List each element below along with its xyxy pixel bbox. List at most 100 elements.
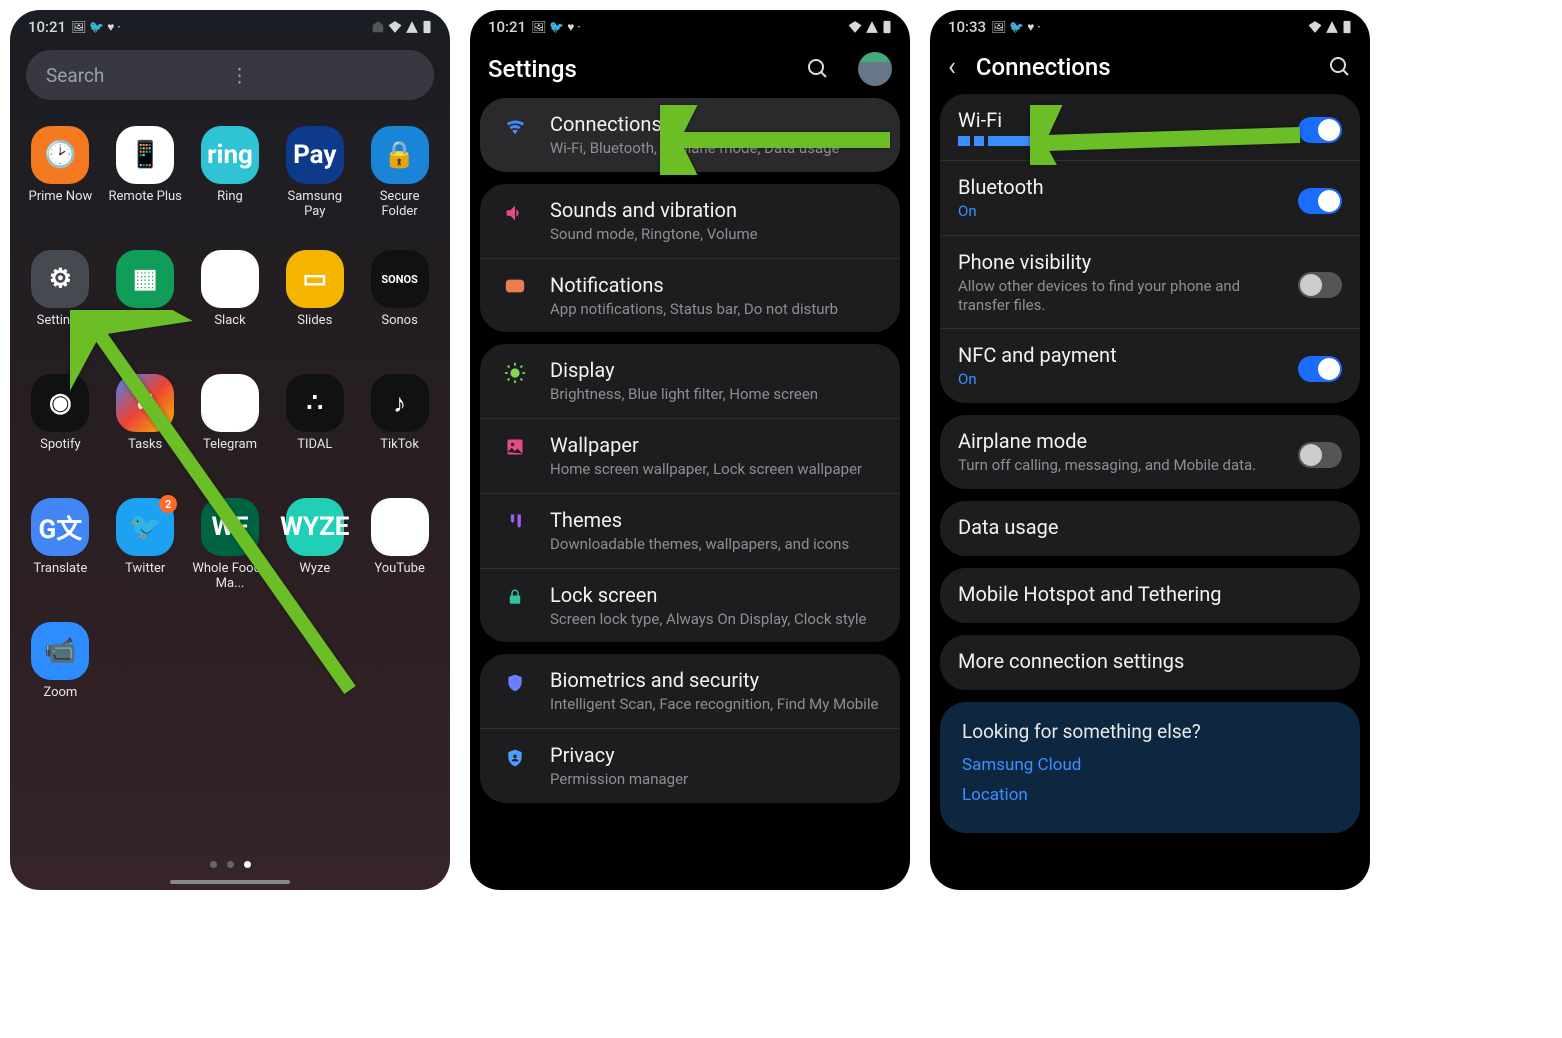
- app-spotify[interactable]: ◉Spotify: [18, 374, 103, 494]
- app-secure-folder[interactable]: 🔒Secure Folder: [357, 126, 442, 246]
- app-label: Zoom: [43, 686, 77, 701]
- toggle-switch[interactable]: [1298, 442, 1342, 468]
- status-icons-right: [1308, 20, 1352, 34]
- footer-link-location[interactable]: Location: [962, 785, 1338, 805]
- app-label: Secure Folder: [361, 190, 439, 220]
- page-title: Connections: [976, 53, 1312, 81]
- connections-row-data-usage[interactable]: Data usage: [940, 501, 1360, 556]
- app-youtube[interactable]: ▶YouTube: [357, 498, 442, 618]
- app-slides[interactable]: ▭Slides: [272, 250, 357, 370]
- toggle-switch[interactable]: [1298, 188, 1342, 214]
- page-indicator: [10, 861, 450, 868]
- toggle-switch[interactable]: [1298, 356, 1342, 382]
- lock-icon: [498, 587, 532, 607]
- app-icon: ▦: [116, 250, 174, 308]
- row-subtitle: Home screen wallpaper, Lock screen wallp…: [550, 460, 882, 479]
- row-subtitle: Wi-Fi, Bluetooth, Airplane mode, Data us…: [550, 139, 882, 158]
- nav-bar-handle[interactable]: [170, 880, 290, 884]
- row-title: Privacy: [550, 743, 882, 767]
- app-zoom[interactable]: 📹Zoom: [18, 622, 103, 742]
- connections-row-bluetooth[interactable]: BluetoothOn: [940, 160, 1360, 235]
- status-icons-left: 🖼 🐦 ♥ ·: [71, 20, 121, 34]
- priv-icon: [498, 747, 532, 769]
- settings-row-privacy[interactable]: Privacy Permission manager: [480, 728, 900, 803]
- more-options-icon[interactable]: ⋮: [230, 64, 414, 87]
- wifi-icon: [498, 116, 532, 138]
- status-time: 10:21: [488, 18, 526, 36]
- row-subtitle: Permission manager: [550, 770, 882, 789]
- settings-row-notifications[interactable]: Notifications App notifications, Status b…: [480, 258, 900, 333]
- app-slack[interactable]: ✱Slack: [188, 250, 273, 370]
- app-remote-plus[interactable]: 📱Remote Plus: [103, 126, 188, 246]
- app-translate[interactable]: G文 Translate: [18, 498, 103, 618]
- row-title: More connection settings: [958, 649, 1342, 673]
- connections-row-mobile-hotspot-and-tethering[interactable]: Mobile Hotspot and Tethering: [940, 568, 1360, 623]
- settings-row-themes[interactable]: ThemesDownloadable themes, wallpapers, a…: [480, 493, 900, 568]
- connections-row-nfc-and-payment[interactable]: NFC and paymentOn: [940, 328, 1360, 403]
- profile-avatar[interactable]: [858, 52, 892, 86]
- toggle-switch[interactable]: [1298, 117, 1342, 143]
- status-icons-right: [848, 20, 892, 34]
- connections-group: Mobile Hotspot and Tethering: [940, 568, 1360, 623]
- connections-row-phone-visibility[interactable]: Phone visibilityAllow other devices to f…: [940, 235, 1360, 329]
- connections-group: Data usage: [940, 501, 1360, 556]
- search-icon[interactable]: [806, 57, 830, 81]
- app-label: Settings: [37, 314, 84, 329]
- row-title: Phone visibility: [958, 250, 1288, 274]
- settings-group: Sounds and vibrationSound mode, Ringtone…: [480, 184, 900, 333]
- app-settings[interactable]: ⚙Settings: [18, 250, 103, 370]
- notification-badge: 2: [159, 495, 177, 513]
- app-twitter[interactable]: 🐦2Twitter: [103, 498, 188, 618]
- search-icon[interactable]: [1328, 55, 1352, 79]
- app-prime-now[interactable]: 🕑 Prime Now: [18, 126, 103, 246]
- page-title: Settings: [488, 55, 790, 83]
- settings-group: Biometrics and securityIntelligent Scan,…: [480, 654, 900, 803]
- app-icon: ✓: [116, 374, 174, 432]
- app-icon: 🕑: [31, 126, 89, 184]
- toggle-switch[interactable]: [1298, 272, 1342, 298]
- app-icon: ▶: [371, 498, 429, 556]
- connections-row-wi-fi[interactable]: Wi-Fi: [940, 94, 1360, 160]
- app-whole-foods-ma-[interactable]: WFWhole Foods Ma...: [188, 498, 273, 618]
- settings-row-biometrics-and-security[interactable]: Biometrics and securityIntelligent Scan,…: [480, 654, 900, 728]
- app-label: Prime Now: [29, 190, 93, 205]
- row-subtitle: Screen lock type, Always On Display, Clo…: [550, 610, 882, 629]
- app-sheets[interactable]: ▦Sheets: [103, 250, 188, 370]
- app-wyze[interactable]: WYZEWyze: [272, 498, 357, 618]
- search-bar[interactable]: Search ⋮: [26, 50, 434, 100]
- app-samsung-pay[interactable]: PaySamsung Pay: [272, 126, 357, 246]
- row-title: NFC and payment: [958, 343, 1288, 367]
- app-icon: G文: [31, 498, 89, 556]
- settings-row-sounds-and-vibration[interactable]: Sounds and vibrationSound mode, Ringtone…: [480, 184, 900, 258]
- settings-row-wallpaper[interactable]: WallpaperHome screen wallpaper, Lock scr…: [480, 418, 900, 493]
- status-icons-left: 🖼 🐦 ♥ ·: [991, 20, 1041, 34]
- app-ring[interactable]: ringRing: [188, 126, 273, 246]
- app-telegram[interactable]: ✈Telegram: [188, 374, 273, 494]
- app-label: Remote Plus: [109, 190, 182, 205]
- app-label: TikTok: [380, 438, 419, 453]
- row-title: Notifications: [550, 273, 882, 297]
- connections-row-more-connection-settings[interactable]: More connection settings: [940, 635, 1360, 690]
- row-title: Mobile Hotspot and Tethering: [958, 582, 1342, 606]
- app-icon: Pay: [286, 126, 344, 184]
- app-icon: ring: [201, 126, 259, 184]
- app-tidal[interactable]: ∴TIDAL: [272, 374, 357, 494]
- app-icon: ▭: [286, 250, 344, 308]
- settings-row-connections[interactable]: ConnectionsWi-Fi, Bluetooth, Airplane mo…: [480, 98, 900, 172]
- row-subtitle: On: [958, 202, 1288, 221]
- app-label: Translate: [34, 562, 88, 577]
- connections-row-airplane-mode[interactable]: Airplane modeTurn off calling, messaging…: [940, 415, 1360, 489]
- connections-group: Airplane modeTurn off calling, messaging…: [940, 415, 1360, 489]
- back-icon[interactable]: ‹: [948, 52, 956, 82]
- row-subtitle: App notifications, Status bar, Do not di…: [550, 300, 882, 319]
- settings-group: DisplayBrightness, Blue light filter, Ho…: [480, 344, 900, 642]
- settings-row-display[interactable]: DisplayBrightness, Blue light filter, Ho…: [480, 344, 900, 418]
- app-icon: ◉: [31, 374, 89, 432]
- app-tiktok[interactable]: ♪TikTok: [357, 374, 442, 494]
- footer-link-samsung-cloud[interactable]: Samsung Cloud: [962, 755, 1338, 775]
- settings-list: ConnectionsWi-Fi, Bluetooth, Airplane mo…: [470, 98, 910, 813]
- settings-row-lock-screen[interactable]: Lock screenScreen lock type, Always On D…: [480, 568, 900, 643]
- app-sonos[interactable]: SONOSSonos: [357, 250, 442, 370]
- status-bar: 10:21 🖼 🐦 ♥ ·: [470, 10, 910, 40]
- app-tasks-[interactable]: ✓Tasks: [103, 374, 188, 494]
